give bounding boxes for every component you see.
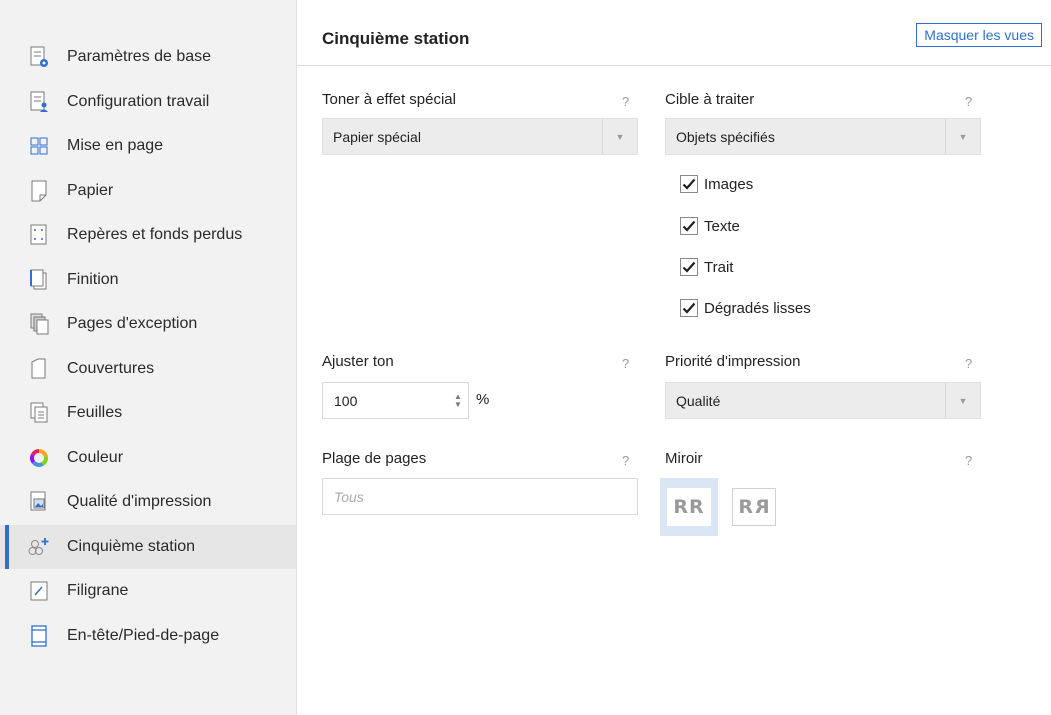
sidebar-item-configuration-travail[interactable]: Configuration travail [0,80,296,125]
toner-select[interactable]: Papier spécial ▼ [322,118,638,155]
sidebar-item-pages-d-exception[interactable]: Pages d'exception [0,302,296,347]
sidebar-item-couvertures[interactable]: Couvertures [0,347,296,392]
job-config-icon [28,91,50,113]
target-label: Cible à traiter [665,91,755,108]
sidebar-item-label: Repères et fonds perdus [67,226,243,244]
mirror-on-button[interactable]: RR [725,478,783,536]
settings-doc-icon [28,46,50,68]
text-checkbox[interactable]: Texte [680,217,740,235]
layout-grid-icon [28,135,50,157]
sidebar-item-label: Papier [67,181,114,199]
line-checkbox[interactable]: Trait [680,258,733,276]
images-checkbox-label: Images [704,175,754,193]
priority-select[interactable]: Qualité ▼ [665,382,981,419]
sidebar-item-label: Pages d'exception [67,315,198,333]
sidebar-list: Paramètres de base Configuration travail… [0,35,296,658]
page-range-input[interactable]: Tous [322,478,638,515]
checkbox-checked-icon [680,258,698,276]
chevron-down-icon: ▼ [602,119,637,154]
line-checkbox-label: Trait [704,258,734,276]
sidebar-item-label: Couleur [67,448,124,466]
sidebar-item-parametres-de-base[interactable]: Paramètres de base [0,35,296,80]
sidebar-item-en-tete-pied-de-page[interactable]: En-tête/Pied-de-page [0,614,296,659]
mirror-on-flipped-letter: R [754,496,770,518]
priority-select-value: Qualité [676,392,721,409]
sidebar-item-finition[interactable]: Finition [0,258,296,303]
mirror-on-letter: R [738,496,754,518]
page-range-help-icon[interactable]: ? [622,453,629,468]
tone-label: Ajuster ton [322,353,394,370]
checkbox-checked-icon [680,217,698,235]
finishing-icon [28,269,50,291]
target-help-icon[interactable]: ? [965,94,972,109]
sidebar-item-filigrane[interactable]: Filigrane [0,569,296,614]
sidebar-item-label: Mise en page [67,137,164,155]
sidebar-item-cinquieme-station[interactable]: Cinquième station [0,524,296,569]
fifth-station-icon [28,536,50,558]
smooth-gradients-checkbox[interactable]: Dégradés lisses [680,299,811,317]
sidebar-item-reperes-et-fonds-perdus[interactable]: Repères et fonds perdus [0,213,296,258]
mirror-off-glyph: RR [667,488,711,526]
sidebar-item-label: Configuration travail [67,92,210,110]
sidebar-item-mise-en-page[interactable]: Mise en page [0,124,296,169]
checkbox-checked-icon [680,299,698,317]
target-select[interactable]: Objets spécifiés ▼ [665,118,981,155]
sidebar-item-label: Cinquième station [67,537,196,555]
sidebar-item-label: Feuilles [67,404,123,422]
header-footer-icon [28,625,50,647]
main-panel: Cinquième station Masquer les vues Toner… [297,0,1051,715]
mirror-on-glyph: RR [732,488,776,526]
mirror-help-icon[interactable]: ? [965,453,972,468]
priority-label: Priorité d'impression [665,353,801,370]
text-checkbox-label: Texte [704,217,740,235]
mirror-label: Miroir [665,450,703,467]
color-wheel-icon [28,447,50,469]
covers-icon [28,358,50,380]
toner-label: Toner à effet spécial [322,91,456,108]
page-range-placeholder: Tous [334,488,364,505]
sheets-icon [28,402,50,424]
sidebar-item-qualite-d-impression[interactable]: Qualité d'impression [0,480,296,525]
images-checkbox[interactable]: Images [680,175,753,193]
toner-help-icon[interactable]: ? [622,94,629,109]
tone-stepper[interactable]: 100 ▲ ▼ [322,382,469,419]
sidebar-item-label: Filigrane [67,582,129,600]
sidebar: Paramètres de base Configuration travail… [0,0,297,715]
hide-views-button[interactable]: Masquer les vues [916,23,1042,47]
page-range-label: Plage de pages [322,450,427,467]
priority-help-icon[interactable]: ? [965,356,972,371]
watermark-icon [28,580,50,602]
crop-marks-icon [28,224,50,246]
tone-value: 100 [334,392,358,409]
sidebar-item-label: Finition [67,270,119,288]
chevron-down-icon: ▼ [945,119,980,154]
sidebar-item-couleur[interactable]: Couleur [0,436,296,481]
target-select-value: Objets spécifiés [676,128,775,145]
smooth-gradients-checkbox-label: Dégradés lisses [704,299,811,317]
paper-icon [28,180,50,202]
sidebar-item-feuilles[interactable]: Feuilles [0,391,296,436]
page-title: Cinquième station [322,29,470,48]
mirror-off-button[interactable]: RR [660,478,718,536]
sidebar-item-label: En-tête/Pied-de-page [67,626,220,644]
panel-header: Cinquième station Masquer les vues [297,0,1051,66]
toner-select-value: Papier spécial [333,128,421,145]
sidebar-item-label: Qualité d'impression [67,493,212,511]
checkbox-checked-icon [680,175,698,193]
tone-unit: % [476,391,490,408]
sidebar-item-papier[interactable]: Papier [0,169,296,214]
print-quality-icon [28,491,50,513]
sidebar-item-label: Paramètres de base [67,48,212,66]
chevron-down-icon: ▼ [945,383,980,418]
sidebar-item-label: Couvertures [67,359,155,377]
exception-pages-icon [28,313,50,335]
stepper-arrows-icon[interactable]: ▲ ▼ [448,383,468,418]
tone-help-icon[interactable]: ? [622,356,629,371]
